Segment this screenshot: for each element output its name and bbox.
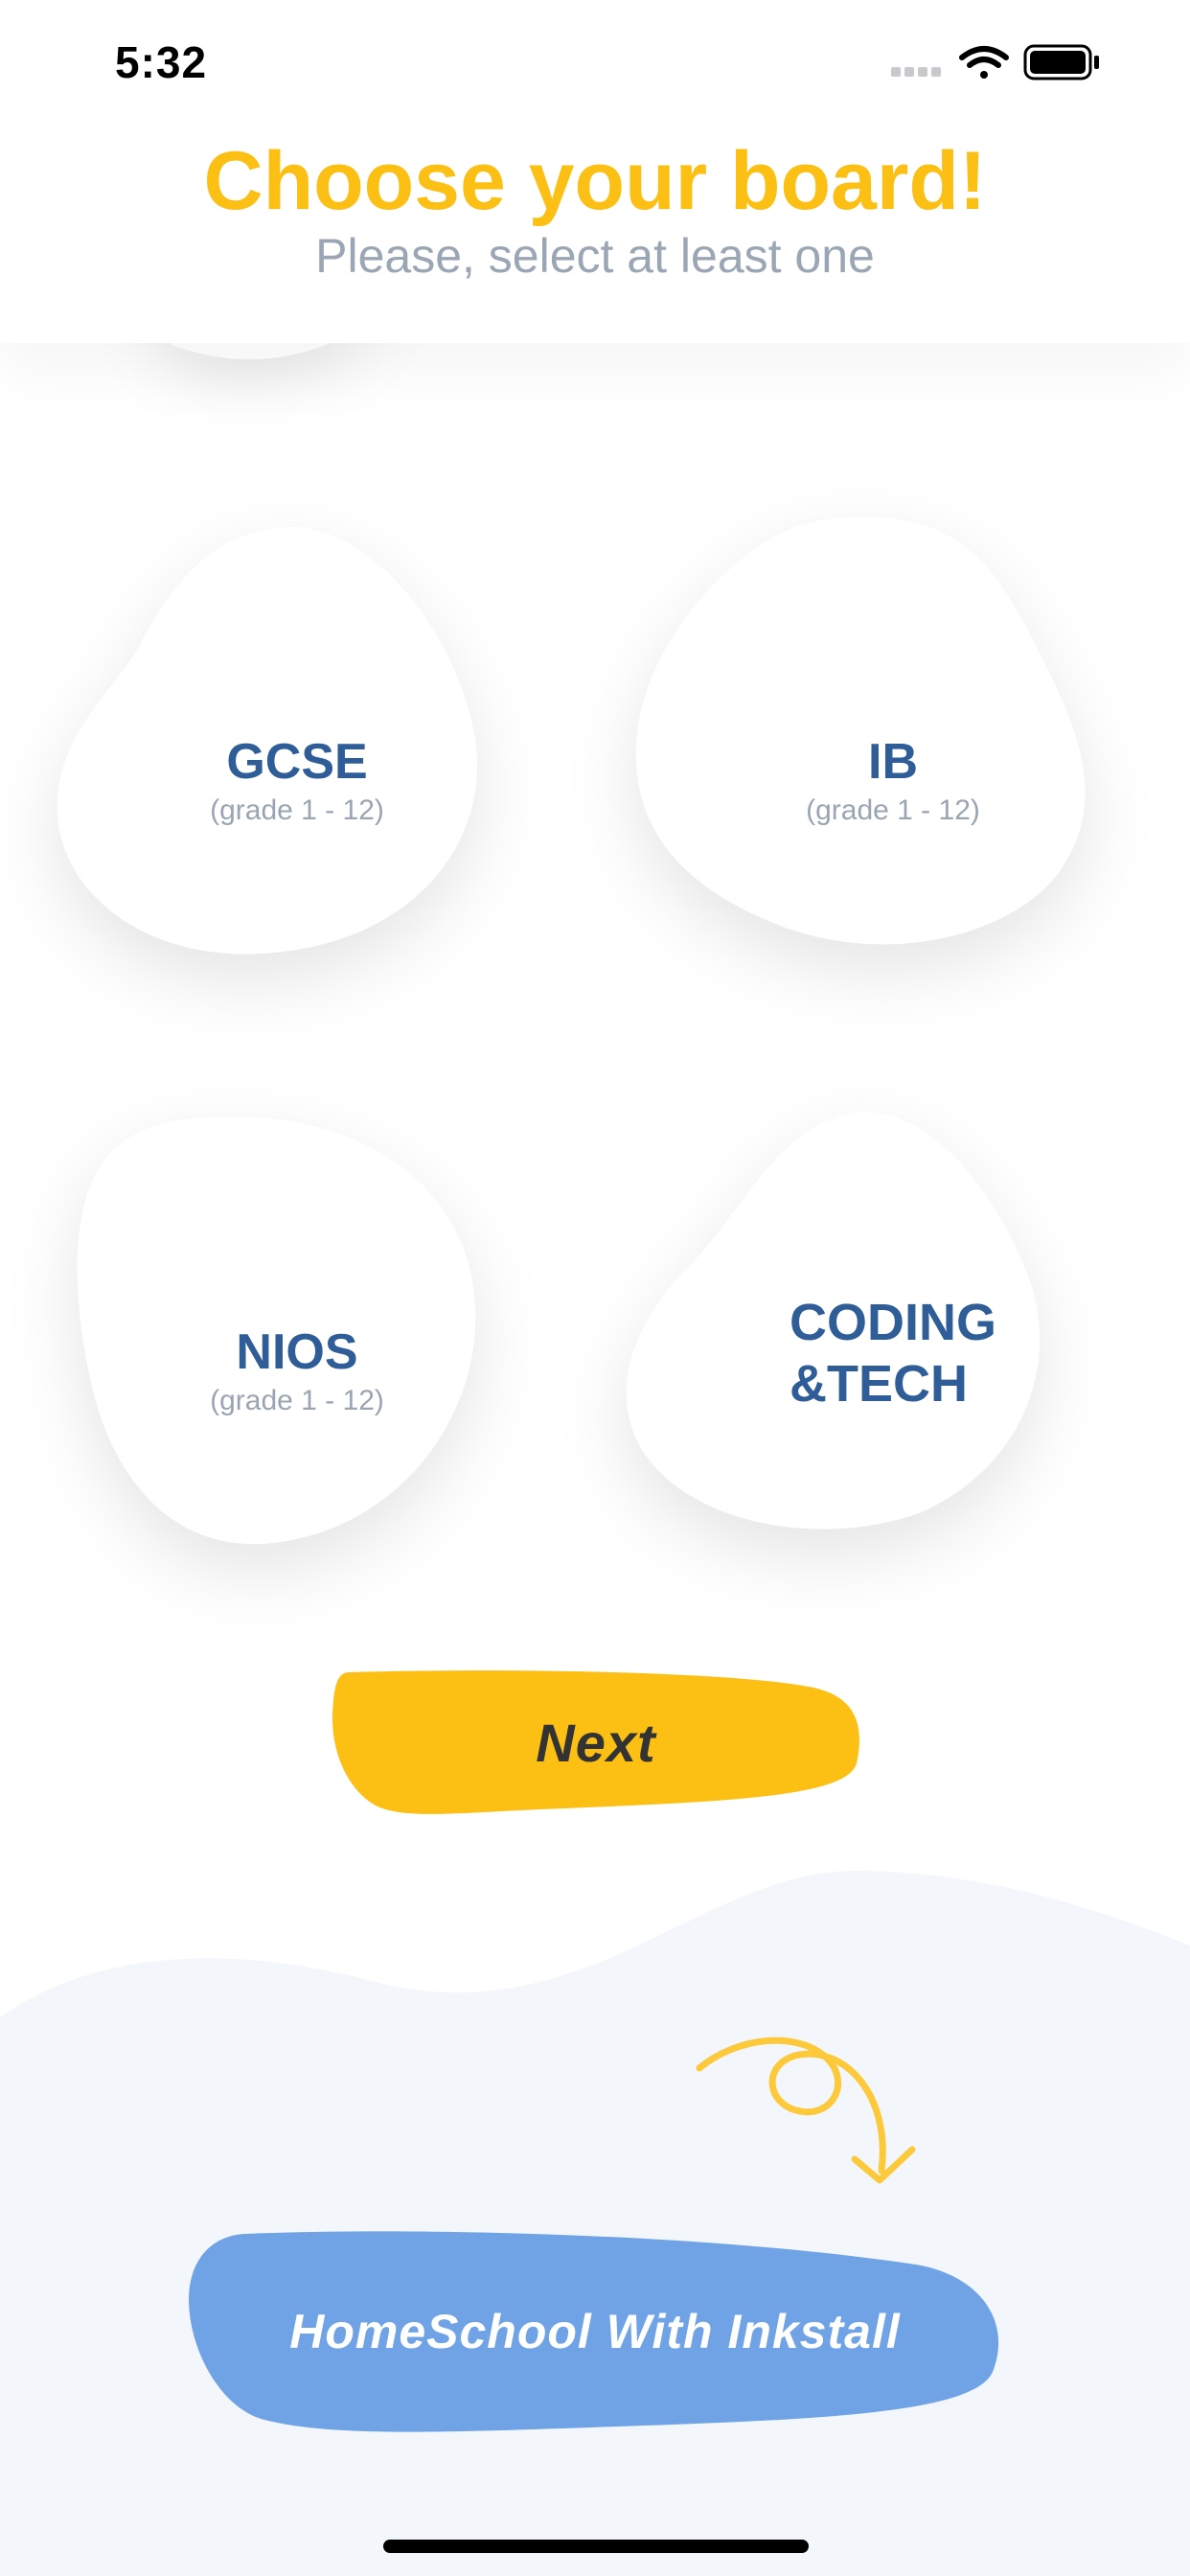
board-card-coding-tech[interactable]: CODING &TECH [625,1110,1041,1533]
board-name-nios: NIOS [236,1324,358,1380]
bottom-wave [0,1870,1190,2576]
page-title: Choose your board! [203,135,987,227]
next-button-label: Next [536,1712,656,1773]
page-header: Choose your board! Please, select at lea… [0,134,1190,343]
status-bar: 5:32 [0,0,1190,134]
curly-arrow-icon [696,2036,916,2184]
homeschool-button[interactable]: HomeSchool With Inkstall [188,2228,1002,2434]
board-card-ib[interactable]: IB (grade 1 - 12) [634,513,1094,949]
board-name-tech: &TECH [790,1355,968,1413]
board-name-gcse: GCSE [226,734,368,790]
battery-icon [1023,44,1099,80]
page-subtitle: Please, select at least one [315,229,875,283]
wifi-icon [959,46,1009,79]
homeschool-button-label: HomeSchool With Inkstall [289,2304,901,2358]
board-card-nios[interactable]: NIOS (grade 1 - 12) [77,1115,479,1546]
home-indicator[interactable] [383,2540,809,2553]
board-grade-gcse: (grade 1 - 12) [210,794,384,826]
status-icons [891,42,1131,84]
board-name-coding: CODING [790,1294,996,1351]
board-grade-ib: (grade 1 - 12) [806,794,980,826]
board-grade-nios: (grade 1 - 12) [210,1385,384,1416]
board-name-ib: IB [868,734,918,790]
signal-icon [891,67,941,77]
status-time: 5:32 [115,37,208,87]
next-button[interactable]: Next [330,1668,862,1817]
board-card-gcse[interactable]: GCSE (grade 1 - 12) [53,522,479,958]
